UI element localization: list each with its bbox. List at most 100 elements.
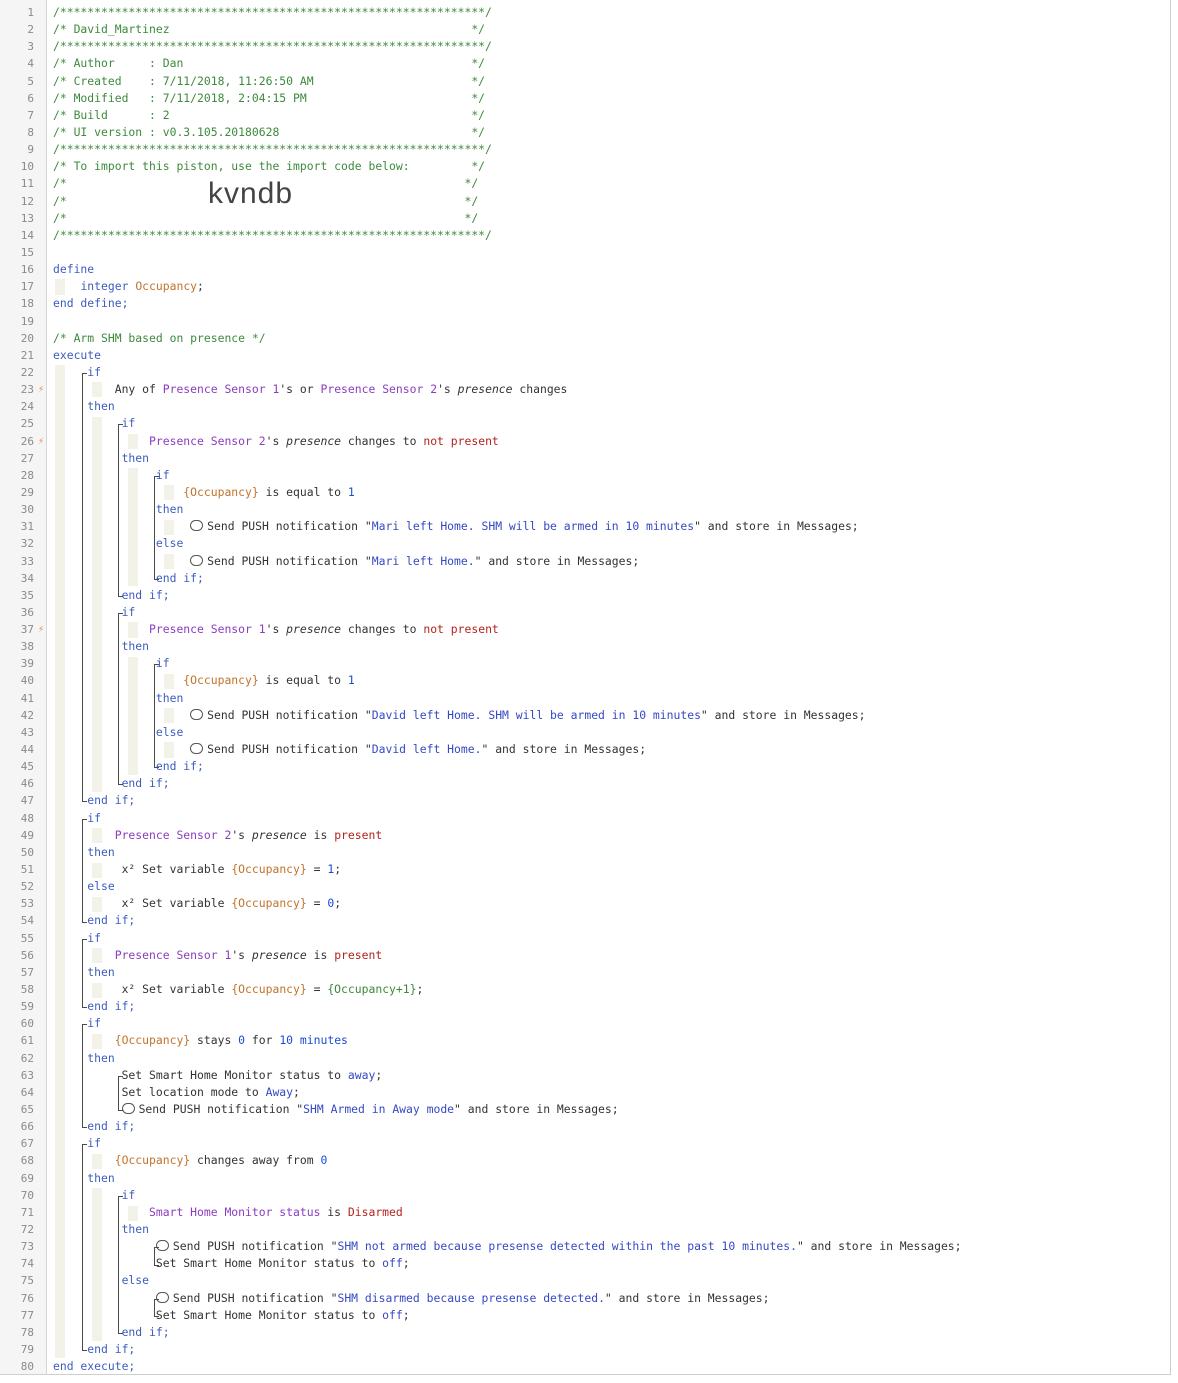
- code-token: " and store in Messages;: [796, 1239, 962, 1254]
- code-token: SHM Armed in Away mode: [303, 1102, 455, 1116]
- code-token: is: [306, 947, 335, 962]
- line-number: 67: [20, 1137, 34, 1151]
- code-line: 21 execute: [0, 347, 1170, 364]
- indent-guide: [92, 948, 102, 964]
- line-number: 7: [27, 108, 34, 122]
- indent-guide: [128, 622, 138, 638]
- code-statement: Presence Sensor 1's presence changes to …: [53, 621, 499, 638]
- line-number: 42: [20, 708, 34, 722]
- indent-guide: [164, 742, 174, 758]
- code-token: " and store in Messages;: [700, 707, 866, 722]
- code-line: 30 then: [0, 501, 1170, 518]
- line-number: 59: [20, 1000, 34, 1014]
- code-statement: end if;: [53, 1118, 135, 1135]
- code-token: SHM disarmed because presense detected.: [337, 1290, 605, 1305]
- code-token: Any of: [53, 382, 163, 397]
- code-statement: Any of Presence Sensor 1's or Presence S…: [53, 381, 568, 398]
- indent-guide: [55, 365, 65, 1358]
- line-number: 21: [20, 348, 34, 362]
- line-number: 30: [20, 503, 34, 517]
- code-token: 0: [320, 1153, 328, 1168]
- code-token: Mari left Home.: [371, 553, 475, 568]
- indent-guide: [164, 673, 174, 689]
- block-bracket: [82, 1024, 83, 1128]
- code-token: is equal to: [258, 484, 348, 499]
- block-bracket-tick: [82, 1144, 87, 1146]
- keyword-line: end execute;: [53, 1359, 136, 1374]
- trigger-bolt-icon: ⚡: [38, 624, 45, 636]
- indent-guide: [92, 382, 102, 398]
- line-number: 41: [20, 691, 34, 705]
- code-token: is: [306, 827, 335, 842]
- comment-line: /* */: [53, 210, 479, 225]
- code-line: 52 else: [0, 878, 1170, 895]
- line-number: 80: [20, 1360, 34, 1374]
- code-token: ;: [416, 982, 424, 997]
- comment-line: /* Modified : 7/11/2018, 2:04:15 PM */: [53, 90, 486, 105]
- code-line: 68 {Occupancy} changes away from 0: [0, 1152, 1170, 1169]
- code-token: 's: [231, 827, 252, 842]
- code-line: 50 then: [0, 844, 1170, 861]
- code-statement: end if;: [53, 1341, 135, 1358]
- code-token: x² Set variable: [53, 982, 232, 997]
- line-number: 73: [20, 1240, 34, 1254]
- code-token: 's or: [279, 382, 321, 397]
- code-line: 36 if: [0, 604, 1170, 621]
- code-token: Set Smart Home Monitor status to: [53, 1067, 348, 1082]
- comment-line: /* UI version : v0.3.105.20180628 */: [53, 124, 486, 139]
- code-line: 63 Set Smart Home Monitor status to away…: [0, 1067, 1170, 1084]
- indent-guide: [92, 982, 102, 998]
- speech-bubble-icon: [190, 708, 204, 720]
- block-bracket-tick: [118, 424, 123, 426]
- code-token: not present: [423, 622, 499, 637]
- line-number: 64: [20, 1085, 34, 1099]
- code-token: stays: [190, 1033, 239, 1048]
- code-line: 18 end define;: [0, 295, 1170, 312]
- code-line: 73 Send PUSH notification "SHM not armed…: [0, 1238, 1170, 1255]
- line-number: 20: [20, 331, 34, 345]
- code-line: 65 Send PUSH notification "SHM Armed in …: [0, 1101, 1170, 1118]
- code-line: 57 then: [0, 964, 1170, 981]
- code-line: 67 if: [0, 1135, 1170, 1152]
- code-line: 39 if: [0, 655, 1170, 672]
- code-token: Send PUSH notification ": [207, 707, 372, 722]
- code-statement: end if;: [53, 792, 135, 809]
- block-bracket: [154, 1247, 155, 1265]
- block-bracket: [154, 475, 155, 579]
- block-bracket-tick: [118, 784, 123, 786]
- code-token: " and store in Messages;: [474, 553, 640, 568]
- line-number: 62: [20, 1051, 34, 1065]
- code-token: Send PUSH notification ": [172, 1239, 338, 1254]
- code-token: presence: [286, 433, 342, 448]
- code-token: 's: [265, 433, 287, 448]
- code-line: 3 /**************************************…: [0, 38, 1170, 55]
- code-line: 47 end if;: [0, 792, 1170, 809]
- code-token: changes away from: [190, 1153, 321, 1168]
- code-token: Send PUSH notification ": [172, 1290, 338, 1305]
- code-line: 4 /* Author : Dan */: [0, 55, 1170, 72]
- line-number: 47: [20, 794, 34, 808]
- code-token: is equal to: [258, 673, 348, 688]
- block-bracket-tick: [82, 1007, 87, 1009]
- code-token: Send PUSH notification ": [138, 1102, 304, 1116]
- block-bracket-tick: [154, 1315, 159, 1317]
- line-number: 53: [20, 897, 34, 911]
- code-line: 19: [0, 313, 1170, 330]
- code-statement: if: [53, 467, 170, 484]
- line-number: 72: [20, 1222, 34, 1236]
- code-token: 1: [347, 673, 355, 688]
- code-line: 64 Set location mode to Away;: [0, 1084, 1170, 1101]
- code-line: 22 if: [0, 364, 1170, 381]
- speech-bubble-icon: [190, 520, 204, 532]
- line-number: 17: [20, 280, 34, 294]
- code-token: {Occupancy}: [231, 896, 307, 911]
- line-number: 49: [20, 828, 34, 842]
- import-code[interactable]: kvndb: [208, 178, 293, 208]
- code-token: Occupancy: [135, 279, 198, 294]
- code-token: presence: [251, 827, 307, 842]
- line-number: 52: [20, 880, 34, 894]
- code-line: 66 end if;: [0, 1118, 1170, 1135]
- block-bracket-tick: [82, 818, 87, 820]
- code-token: if: [53, 656, 170, 671]
- code-token: {Occupancy}: [231, 982, 307, 997]
